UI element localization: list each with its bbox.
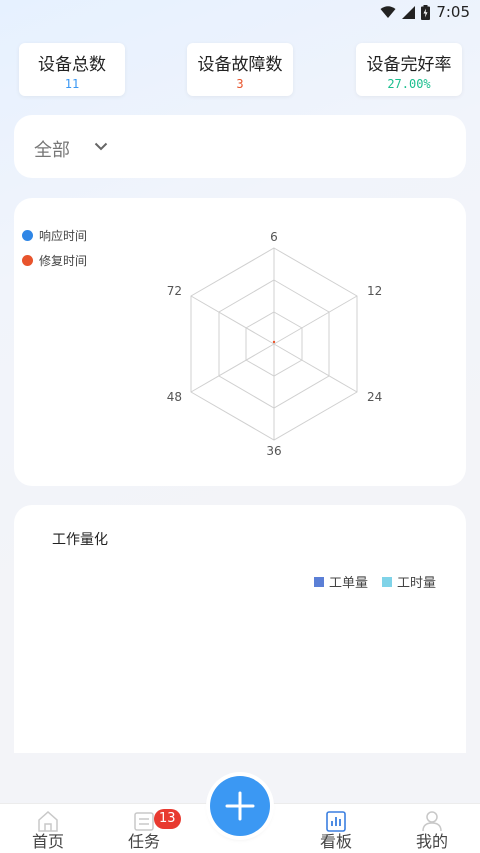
- plus-icon: [225, 791, 255, 821]
- radar-spoke: [190, 343, 275, 393]
- work-quantification-card: 工作量化 工单量 工时量: [14, 505, 466, 753]
- legend-work-orders[interactable]: 工单量: [313, 572, 368, 591]
- faulty-devices-label: 设备故障数: [197, 55, 283, 75]
- radar-spoke: [190, 295, 275, 345]
- total-devices-card[interactable]: 设备总数 11: [19, 43, 125, 96]
- legend-work-hours-label: 工时量: [396, 576, 436, 591]
- faulty-devices-card[interactable]: 设备故障数 3: [187, 43, 293, 96]
- signal-icon: [402, 5, 416, 19]
- radar-axis-label: 12: [367, 284, 382, 298]
- battery-icon: [421, 4, 431, 20]
- legend-work-hours[interactable]: 工时量: [381, 572, 436, 591]
- wifi-icon: [380, 5, 396, 18]
- add-button[interactable]: [210, 776, 270, 836]
- legend-work-orders-marker: [313, 576, 324, 587]
- device-intact-rate-value: 27.00%: [387, 77, 431, 91]
- tasks-badge: 13: [154, 809, 181, 829]
- tab-mine[interactable]: 我的: [384, 804, 480, 853]
- radar-axis-label: 72: [167, 284, 182, 298]
- status-bar: 7:05: [0, 0, 480, 26]
- legend-work-hours-marker: [381, 576, 392, 587]
- total-devices-label: 设备总数: [38, 55, 106, 75]
- radar-axis-label: 6: [270, 230, 278, 244]
- tab-home-label: 首页: [31, 832, 64, 851]
- radar-axis-label: 24: [367, 390, 382, 404]
- radar-axis-label: 36: [266, 444, 281, 458]
- radar-axis-label: 48: [167, 390, 182, 404]
- work-quantification-title: 工作量化: [52, 532, 108, 548]
- status-time: 7:05: [436, 3, 470, 21]
- radar-spoke: [273, 295, 358, 345]
- legend-work-orders-label: 工单量: [328, 576, 368, 591]
- chevron-down-icon: [94, 142, 108, 151]
- tab-board-label: 看板: [319, 832, 352, 851]
- filter-dropdown[interactable]: 全部: [14, 115, 466, 178]
- radar-chart-card: 响应时间 修复时间 6 12 24 36 48 72: [14, 198, 466, 486]
- filter-selected-value: 全部: [34, 140, 70, 161]
- total-devices-value: 11: [64, 77, 80, 91]
- radar-chart: 6 12 24 36 48 72: [167, 230, 383, 458]
- device-intact-rate-card[interactable]: 设备完好率 27.00%: [356, 43, 462, 96]
- faulty-devices-value: 3: [236, 77, 244, 91]
- radar-spoke: [273, 343, 358, 393]
- device-intact-rate-label: 设备完好率: [366, 55, 452, 75]
- tab-tasks[interactable]: 任务 13: [96, 804, 192, 853]
- radar-center-point: [272, 340, 276, 344]
- tab-tasks-label: 任务: [127, 832, 160, 851]
- tab-home[interactable]: 首页: [0, 804, 96, 853]
- tab-board[interactable]: 看板: [288, 804, 384, 853]
- tab-mine-label: 我的: [415, 832, 448, 851]
- work-legend: 工单量 工时量: [313, 572, 436, 591]
